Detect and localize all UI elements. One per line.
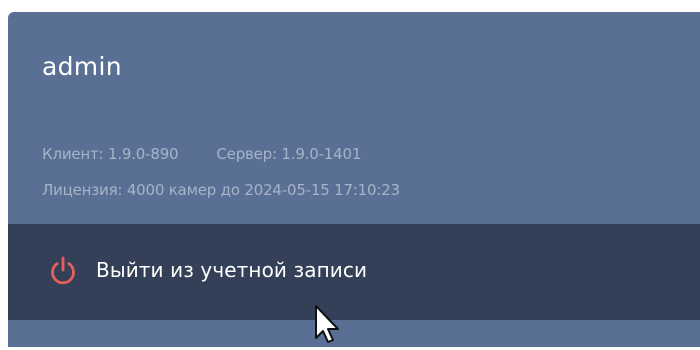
version-info: Клиент: 1.9.0-890 Сервер: 1.9.0-1401 bbox=[42, 145, 361, 163]
logout-button[interactable]: Выйти из учетной записи bbox=[8, 224, 700, 320]
logout-label: Выйти из учетной записи bbox=[96, 258, 368, 282]
user-menu-panel: admin Клиент: 1.9.0-890 Сервер: 1.9.0-140… bbox=[8, 12, 700, 347]
mouse-cursor-icon bbox=[313, 304, 343, 346]
power-icon bbox=[48, 255, 78, 287]
server-version: Сервер: 1.9.0-1401 bbox=[216, 145, 362, 163]
username: admin bbox=[42, 52, 122, 81]
client-version: Клиент: 1.9.0-890 bbox=[42, 145, 179, 163]
license-info: Лицензия: 4000 камер до 2024-05-15 17:10… bbox=[42, 181, 400, 199]
